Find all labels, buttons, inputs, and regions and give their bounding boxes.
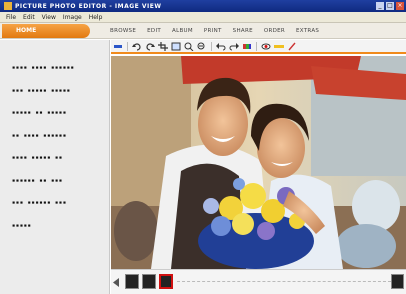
edit-toolbar [111,40,406,54]
fit-icon[interactable] [171,42,181,51]
nav-bar: HOME BROWSE EDIT ALBUM PRINT SHARE ORDER… [0,23,406,39]
menu-view[interactable]: View [42,14,56,21]
tab-browse[interactable]: BROWSE [110,28,136,34]
thumbnail-selected[interactable] [159,274,173,289]
info-line: ▪▪▪ ▪▪▪▪▪ ▪▪▪▪▪ [12,87,71,94]
info-line: ▪▪▪▪▪ ▪▪ ▪▪▪▪▪ [12,110,67,116]
tab-edit[interactable]: EDIT [147,28,161,34]
menu-bar: File Edit View Image Help [0,12,406,23]
filmstrip [111,269,406,294]
info-panel: ▪▪▪▪ ▪▪▪▪ ▪▪▪▪▪▪ ▪▪▪ ▪▪▪▪▪ ▪▪▪▪▪ ▪▪▪▪▪ ▪… [0,40,110,294]
crop-icon[interactable] [158,41,168,51]
menu-edit[interactable]: Edit [23,14,35,21]
info-line: ▪▪▪▪▪ [12,222,32,229]
enhance-icon[interactable] [274,42,284,51]
rotate-right-icon[interactable] [145,42,155,51]
thumbnail[interactable] [125,274,139,289]
select-tool-icon[interactable] [113,42,123,51]
info-line: ▪▪▪▪ ▪▪▪▪ ▪▪▪▪▪▪ [12,65,75,71]
info-text: ▪▪▪▪ ▪▪▪▪ ▪▪▪▪▪▪ ▪▪▪ ▪▪▪▪▪ ▪▪▪▪▪ ▪▪▪▪▪ ▪… [12,50,98,245]
rotate-left-icon[interactable] [132,42,142,51]
redo-icon[interactable] [229,42,239,51]
toolbar-divider [211,41,212,51]
tab-order[interactable]: ORDER [264,28,285,34]
zoom-out-icon[interactable] [197,42,207,51]
info-line: ▪▪▪▪▪▪ ▪▪ ▪▪▪ [12,177,63,184]
info-line: ▪▪ ▪▪▪▪ ▪▪▪▪▪▪ [12,132,67,139]
color-icon[interactable] [242,42,252,51]
app-icon [4,2,12,10]
tab-print[interactable]: PRINT [204,28,222,34]
menu-image[interactable]: Image [63,14,82,21]
menu-help[interactable]: Help [89,14,103,21]
tab-album[interactable]: ALBUM [172,28,193,34]
window-title: PICTURE PHOTO EDITOR - IMAGE VIEW [15,2,162,10]
menu-file[interactable]: File [6,14,16,21]
nav-tabs: BROWSE EDIT ALBUM PRINT SHARE ORDER EXTR… [110,28,319,34]
title-bar: PICTURE PHOTO EDITOR - IMAGE VIEW _ □ × [0,0,406,12]
photo-image [111,56,406,269]
toolbar-divider [127,41,128,51]
info-line: ▪▪▪ ▪▪▪▪▪▪ ▪▪▪ [12,200,67,206]
home-button[interactable]: HOME [2,23,90,38]
undo-icon[interactable] [216,42,226,51]
scroll-right-icon[interactable] [391,274,404,289]
zoom-in-icon[interactable] [184,42,194,51]
scroll-left-icon[interactable] [113,278,119,287]
maximize-button[interactable]: □ [386,2,394,10]
close-button[interactable]: × [396,2,404,10]
home-label: HOME [16,27,37,34]
main-photo[interactable] [111,56,406,269]
tab-extras[interactable]: EXTRAS [296,28,319,34]
info-line: ▪▪▪▪ ▪▪▪▪▪ ▪▪ [12,155,63,161]
toolbar-divider [256,41,257,51]
red-eye-icon[interactable] [261,42,271,51]
filmstrip-track [177,281,391,282]
tag-icon[interactable] [287,42,297,51]
minimize-button[interactable]: _ [376,2,384,10]
tab-share[interactable]: SHARE [233,28,253,34]
thumbnail[interactable] [142,274,156,289]
